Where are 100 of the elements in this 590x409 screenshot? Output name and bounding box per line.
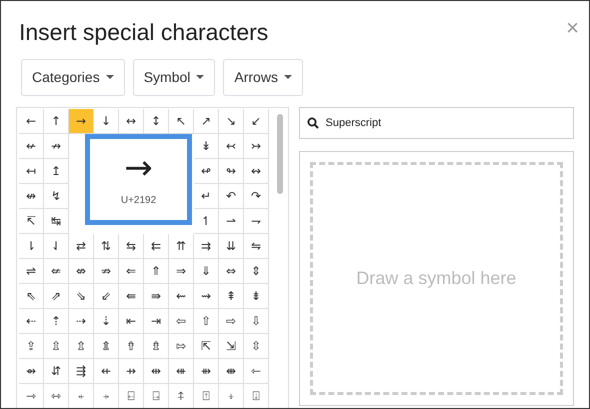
character-cell[interactable]: ↫ <box>194 158 219 184</box>
character-cell[interactable]: ⇓ <box>194 258 219 284</box>
character-cell[interactable]: ↓ <box>94 108 119 134</box>
character-cell[interactable]: ⍐ <box>194 384 219 408</box>
character-cell[interactable]: ↵ <box>194 184 219 208</box>
character-cell[interactable]: ⇱ <box>194 334 219 358</box>
character-cell[interactable]: ↭ <box>244 158 269 184</box>
character-cell[interactable]: ↗ <box>194 108 219 134</box>
character-cell[interactable]: ⇫ <box>44 334 69 358</box>
character-cell[interactable]: ⇩ <box>244 308 269 334</box>
character-cell[interactable]: ⇵ <box>44 358 69 384</box>
character-cell[interactable]: ↥ <box>44 158 69 184</box>
character-cell[interactable]: ⇬ <box>69 334 94 358</box>
dropdown-button[interactable]: Arrows <box>223 58 303 96</box>
character-cell[interactable]: ⇸ <box>119 358 144 384</box>
character-cell[interactable]: ↣ <box>244 134 269 158</box>
character-cell[interactable]: ⇛ <box>144 284 169 308</box>
character-cell[interactable]: → <box>69 108 94 134</box>
character-cell[interactable]: ↢ <box>219 134 244 158</box>
character-cell[interactable]: ↔ <box>119 108 144 134</box>
character-cell[interactable]: ↶ <box>219 184 244 208</box>
character-cell[interactable]: ⇹ <box>144 358 169 384</box>
character-cell[interactable]: ⍆ <box>94 384 119 408</box>
character-cell[interactable]: ⇙ <box>94 284 119 308</box>
character-cell[interactable]: ⇤ <box>119 308 144 334</box>
search-field[interactable]: Superscript <box>298 106 574 138</box>
character-cell[interactable]: ⇞ <box>219 284 244 308</box>
character-cell[interactable]: ⇟ <box>244 284 269 308</box>
character-cell[interactable]: ⇆ <box>119 234 144 258</box>
character-cell[interactable]: ⇔ <box>219 258 244 284</box>
character-cell[interactable]: ⇘ <box>69 284 94 308</box>
character-cell[interactable]: ⇖ <box>19 284 44 308</box>
character-cell[interactable]: ⇕ <box>244 258 269 284</box>
character-cell[interactable]: ⇣ <box>94 308 119 334</box>
character-cell[interactable]: ⇏ <box>94 258 119 284</box>
character-cell[interactable]: ⇠ <box>19 308 44 334</box>
character-cell[interactable]: ↚ <box>19 134 44 158</box>
character-cell[interactable]: ⇨ <box>219 308 244 334</box>
character-cell[interactable]: ⇮ <box>119 334 144 358</box>
character-cell[interactable]: ⍖ <box>219 384 244 408</box>
character-cell[interactable]: ↙ <box>244 108 269 134</box>
character-cell[interactable]: ⇽ <box>244 358 269 384</box>
character-cell[interactable]: ↕ <box>144 108 169 134</box>
character-cell[interactable]: ⇻ <box>194 358 219 384</box>
character-cell[interactable]: ⇉ <box>194 234 219 258</box>
character-cell[interactable]: ⇷ <box>94 358 119 384</box>
character-cell[interactable]: ⇶ <box>69 358 94 384</box>
character-cell[interactable]: ⇝ <box>194 284 219 308</box>
character-cell[interactable]: ↘ <box>219 108 244 134</box>
scrollbar[interactable] <box>277 114 283 194</box>
character-cell[interactable]: ↑ <box>44 108 69 134</box>
character-cell[interactable]: ⇇ <box>144 234 169 258</box>
character-cell[interactable]: ⇚ <box>119 284 144 308</box>
character-cell[interactable]: ⇈ <box>169 234 194 258</box>
character-cell[interactable]: ⇀ <box>219 208 244 234</box>
character-cell[interactable]: ⇒ <box>169 258 194 284</box>
character-cell[interactable]: ↹ <box>44 208 69 234</box>
character-cell[interactable]: ⇥ <box>144 308 169 334</box>
character-cell[interactable]: ⇰ <box>169 334 194 358</box>
character-cell[interactable]: ⇊ <box>219 234 244 258</box>
character-cell[interactable]: ↯ <box>44 184 69 208</box>
character-cell[interactable]: ⇡ <box>44 308 69 334</box>
character-cell[interactable]: ← <box>19 108 44 134</box>
character-cell[interactable]: ⇗ <box>44 284 69 308</box>
character-cell[interactable]: ⇾ <box>19 384 44 408</box>
character-cell[interactable]: ⇪ <box>19 334 44 358</box>
character-cell[interactable]: ↛ <box>44 134 69 158</box>
character-cell[interactable]: ⇦ <box>169 308 194 334</box>
character-cell[interactable]: ⇜ <box>169 284 194 308</box>
character-cell[interactable]: ⇂ <box>19 234 44 258</box>
character-cell[interactable]: ⇅ <box>94 234 119 258</box>
character-cell[interactable]: ⇑ <box>144 258 169 284</box>
character-cell[interactable]: ⇢ <box>69 308 94 334</box>
character-cell[interactable]: ↖ <box>169 108 194 134</box>
dropdown-button[interactable]: Categories <box>21 58 125 96</box>
character-cell[interactable]: ⇿ <box>44 384 69 408</box>
character-cell[interactable]: ⇯ <box>144 334 169 358</box>
character-cell[interactable]: ↤ <box>19 158 44 184</box>
character-cell[interactable]: ⇼ <box>219 358 244 384</box>
character-cell[interactable]: ⇎ <box>69 258 94 284</box>
character-cell[interactable]: ⇋ <box>244 234 269 258</box>
character-cell[interactable]: ⇌ <box>19 258 44 284</box>
character-cell[interactable]: ↬ <box>219 158 244 184</box>
character-cell[interactable]: ⇲ <box>219 334 244 358</box>
character-cell[interactable]: ⇍ <box>44 258 69 284</box>
character-cell[interactable]: ↷ <box>244 184 269 208</box>
dropdown-button[interactable]: Symbol <box>132 58 216 96</box>
character-cell[interactable]: ⍗ <box>244 384 269 408</box>
character-cell[interactable]: ⇺ <box>169 358 194 384</box>
character-cell[interactable]: ↸ <box>19 208 44 234</box>
character-cell[interactable]: ⍈ <box>144 384 169 408</box>
character-cell[interactable]: ⇧ <box>194 308 219 334</box>
character-cell[interactable]: ⇳ <box>244 334 269 358</box>
character-cell[interactable]: ⇐ <box>119 258 144 284</box>
character-cell[interactable]: ↮ <box>19 184 44 208</box>
character-cell[interactable]: ⇄ <box>69 234 94 258</box>
character-cell[interactable]: ↿ <box>194 208 219 234</box>
character-cell[interactable]: ⍇ <box>119 384 144 408</box>
character-cell[interactable]: ⍅ <box>69 384 94 408</box>
character-cell[interactable]: ⇴ <box>19 358 44 384</box>
